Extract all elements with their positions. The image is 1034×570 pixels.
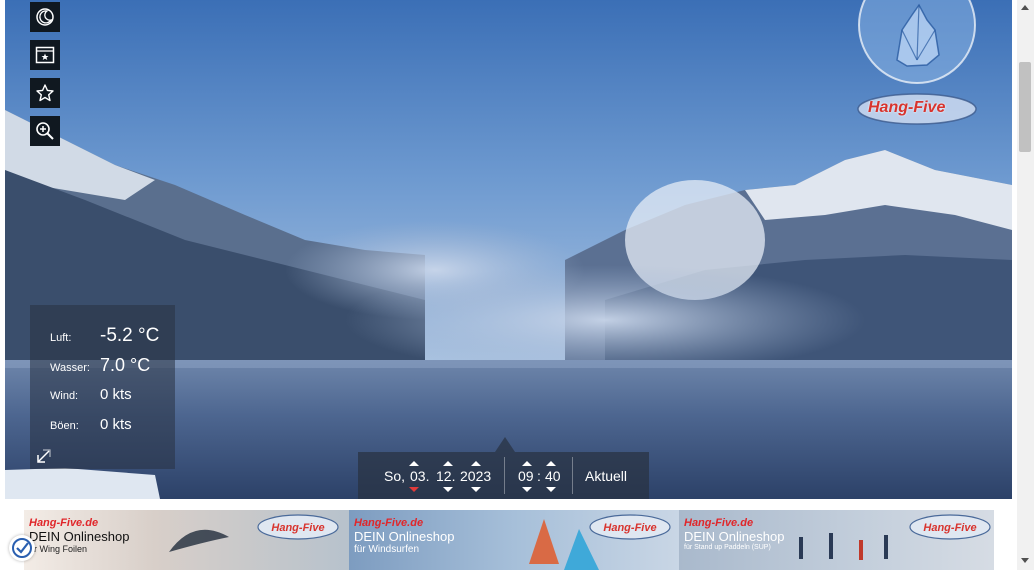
time-separator: : xyxy=(537,468,541,484)
banner-shop-text: DEIN Onlineshop xyxy=(684,529,785,544)
datetime-bar: So, 03. 12. 2023 09 : 40 Aktuell xyxy=(358,452,649,499)
minute-up-arrow[interactable] xyxy=(546,461,556,466)
sup-paddlers-graphic xyxy=(799,533,888,560)
scroll-thumb[interactable] xyxy=(1019,62,1031,152)
separator xyxy=(572,457,573,494)
water-temp-label: Wasser: xyxy=(50,362,90,374)
air-temp-label: Luft: xyxy=(50,332,72,344)
photo-star-icon xyxy=(35,46,55,64)
weekday-text: So, xyxy=(384,468,406,484)
crystal-logo-badge xyxy=(858,0,976,84)
gust-value: 0 kts xyxy=(100,416,132,433)
expand-arrow-icon xyxy=(37,449,51,463)
zoom-in-button[interactable] xyxy=(30,116,60,146)
svg-text:Hang-Five: Hang-Five xyxy=(271,522,324,534)
year-down-arrow[interactable] xyxy=(471,487,481,492)
svg-text:Hang-Five: Hang-Five xyxy=(923,522,976,534)
trust-badge[interactable] xyxy=(9,535,35,561)
expand-weather-button[interactable] xyxy=(35,447,53,465)
year-text[interactable]: 2023 xyxy=(460,468,491,484)
banner-logo: Hang-Five xyxy=(909,514,991,540)
month-text[interactable]: 12. xyxy=(436,468,455,484)
wind-value: 0 kts xyxy=(100,386,132,403)
weather-panel: Luft: -5.2 °C Wasser: 7.0 °C Wind: 0 kts… xyxy=(30,305,175,469)
air-temp-value: -5.2 °C xyxy=(100,325,160,346)
advertising-banner[interactable]: Hang-Five.de DEIN Onlineshop r Wing Foil… xyxy=(24,510,994,570)
banner-logo: Hang-Five xyxy=(589,514,671,540)
separator xyxy=(504,457,505,494)
zoom-in-icon xyxy=(36,122,54,140)
banner-segment-wing[interactable]: Hang-Five.de DEIN Onlineshop r Wing Foil… xyxy=(24,510,349,570)
datetime-pointer xyxy=(495,437,515,452)
svg-text:Hang-Five: Hang-Five xyxy=(603,522,656,534)
month-down-arrow[interactable] xyxy=(443,487,453,492)
minute-text[interactable]: 40 xyxy=(545,468,561,484)
banner-sub-text: r Wing Foilen xyxy=(34,544,88,554)
scroll-up-arrow[interactable] xyxy=(1021,5,1029,10)
gallery-button[interactable] xyxy=(30,40,60,70)
banner-shop-text: DEIN Onlineshop xyxy=(29,529,130,544)
favorite-button[interactable] xyxy=(30,78,60,108)
moon-clock-icon xyxy=(36,8,54,26)
wind-label: Wind: xyxy=(50,390,79,402)
day-down-arrow[interactable] xyxy=(409,487,419,492)
star-icon xyxy=(36,84,54,102)
hour-down-arrow[interactable] xyxy=(522,487,532,492)
minute-down-arrow[interactable] xyxy=(546,487,556,492)
banner-segment-sup[interactable]: Hang-Five.de DEIN Onlineshop für Stand u… xyxy=(679,510,994,570)
banner-segment-windsurf[interactable]: Hang-Five.de DEIN Onlineshop für Windsur… xyxy=(349,510,679,570)
banner-shop-text: DEIN Onlineshop xyxy=(354,529,455,544)
gust-label: Böen: xyxy=(50,420,79,432)
banner-logo: Hang-Five xyxy=(257,514,339,540)
hour-text[interactable]: 09 xyxy=(518,468,534,484)
banner-brand: Hang-Five.de xyxy=(684,517,754,529)
banner-brand: Hang-Five.de xyxy=(354,517,424,529)
wing-foil-graphic xyxy=(169,529,229,552)
history-button[interactable] xyxy=(30,2,60,32)
month-up-arrow[interactable] xyxy=(443,461,453,466)
scroll-down-arrow[interactable] xyxy=(1021,558,1029,563)
hang-five-logo[interactable]: Hang-Five xyxy=(856,92,978,126)
current-time-button[interactable]: Aktuell xyxy=(585,468,627,484)
day-up-arrow[interactable] xyxy=(409,461,419,466)
hang-five-logo-text: Hang-Five xyxy=(868,99,946,116)
day-text[interactable]: 03. xyxy=(410,468,429,484)
banner-sub-text: für Windsurfen xyxy=(354,544,420,555)
year-up-arrow[interactable] xyxy=(471,461,481,466)
checkmark-shield-icon xyxy=(12,538,32,558)
banner-sub-text: für Stand up Paddeln (SUP) xyxy=(684,544,771,551)
hour-up-arrow[interactable] xyxy=(522,461,532,466)
water-temp-value: 7.0 °C xyxy=(100,355,151,375)
banner-brand: Hang-Five.de xyxy=(29,517,99,529)
